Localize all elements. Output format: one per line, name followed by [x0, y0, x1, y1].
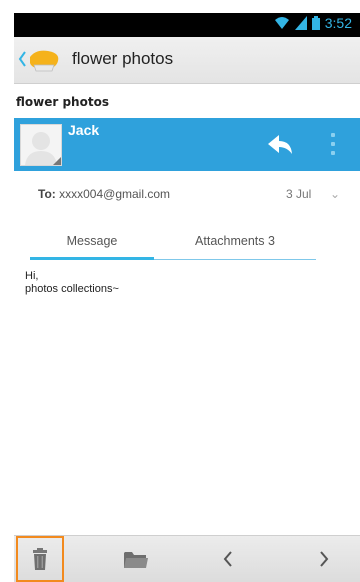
message-body: Hi, photos collections~	[25, 270, 325, 296]
action-bar-title: flower photos	[72, 49, 174, 68]
message-tabs: Message Attachments 3	[30, 232, 316, 260]
overflow-menu-icon[interactable]	[328, 128, 338, 162]
bottom-action-bar	[14, 535, 360, 582]
delete-button[interactable]	[16, 536, 64, 582]
body-line: photos collections~	[25, 283, 119, 295]
sender-header[interactable]: Jack	[14, 118, 360, 171]
message-date: 3 Jul	[286, 187, 312, 201]
signal-icon	[294, 16, 307, 30]
action-bar: flower photos	[14, 37, 360, 84]
to-field: To: xxxx004@gmail.com	[38, 187, 170, 201]
chevron-left-icon	[223, 551, 232, 567]
status-icons: 3:52	[274, 15, 352, 31]
details-expand-icon[interactable]: ⌄	[330, 187, 340, 201]
reply-icon[interactable]	[266, 132, 294, 158]
status-time: 3:52	[324, 15, 352, 31]
trash-icon	[33, 548, 47, 570]
tab-attachments[interactable]: Attachments 3	[154, 232, 316, 260]
body-line: Hi,	[25, 270, 39, 282]
previous-message-button[interactable]	[208, 536, 248, 582]
up-navigation-icon[interactable]	[18, 51, 26, 67]
battery-icon	[311, 16, 320, 30]
message-subject: flower photos	[16, 95, 109, 109]
tab-message[interactable]: Message	[30, 232, 154, 260]
avatar[interactable]	[20, 124, 62, 166]
to-address: xxxx004@gmail.com	[59, 187, 170, 201]
status-bar: 3:52	[14, 13, 360, 37]
next-message-button[interactable]	[304, 536, 344, 582]
chevron-right-icon	[320, 551, 329, 567]
recipient-row[interactable]: To: xxxx004@gmail.com 3 Jul ⌄	[14, 171, 360, 219]
active-tab-indicator	[30, 257, 154, 260]
email-app-icon[interactable]	[26, 47, 62, 73]
tab-divider	[154, 259, 316, 260]
to-label: To:	[38, 187, 56, 201]
email-view-screen: 3:52 flower photos flower photos Jack To…	[0, 0, 360, 582]
sender-name: Jack	[68, 122, 100, 138]
wifi-icon	[274, 17, 289, 29]
folder-icon	[124, 552, 148, 568]
default-contact-icon	[25, 132, 61, 165]
move-to-folder-button[interactable]	[112, 536, 160, 582]
